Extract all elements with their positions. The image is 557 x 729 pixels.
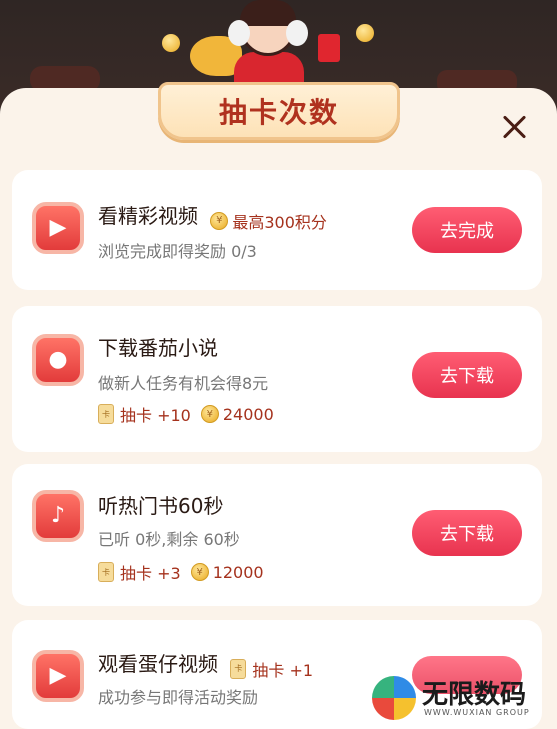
- modal-title: 抽卡次数: [218, 96, 339, 129]
- card-icon: 卡: [98, 562, 114, 582]
- title-reward: 卡 抽卡 +1: [230, 657, 313, 681]
- title-banner: 抽卡次数: [158, 82, 400, 140]
- task-title: 看精彩视频 ¥ 最高300积分: [98, 200, 327, 233]
- video-ad-icon: ▶: [32, 202, 84, 254]
- audio-book-icon: ♪: [32, 490, 84, 542]
- tomato-novel-icon: ●: [32, 334, 84, 386]
- task-card: ▶ 看精彩视频 ¥ 最高300积分 浏览完成即得奖励 0/3 去完成: [12, 170, 542, 290]
- close-icon[interactable]: [500, 112, 530, 142]
- card-reward: 抽卡 +3: [120, 564, 181, 583]
- task-description: 做新人任务有机会得8元: [98, 374, 269, 393]
- coin-reward: 12000: [212, 562, 264, 582]
- coin-icon: ¥: [210, 211, 229, 230]
- task-title: 观看蛋仔视频 卡 抽卡 +1: [98, 648, 313, 681]
- coin-reward: 24000: [222, 404, 274, 424]
- complete-button[interactable]: 去完成: [412, 207, 522, 253]
- red-envelope-icon: [318, 34, 340, 62]
- card-reward: 抽卡 +10: [120, 406, 191, 425]
- card-reward: 抽卡 +1: [252, 660, 314, 680]
- download-button[interactable]: 去下载: [412, 352, 522, 398]
- watermark-logo: [372, 676, 416, 720]
- task-description: 成功参与即得活动奖励: [98, 688, 259, 707]
- reward-row: 卡 抽卡 +3 ¥ 12000: [98, 560, 264, 584]
- coin-icon: [356, 24, 374, 42]
- earmuff-left: [228, 20, 250, 46]
- download-button[interactable]: 去下载: [412, 510, 522, 556]
- task-description: 浏览完成即得奖励 0/3: [98, 242, 257, 261]
- task-title-text: 观看蛋仔视频: [98, 652, 218, 676]
- card-icon: 卡: [98, 404, 114, 424]
- task-title: 下载番茄小说: [98, 336, 218, 360]
- title-reward-text: 最高300积分: [232, 212, 327, 232]
- task-title-text: 看精彩视频: [98, 204, 198, 228]
- coin-icon: ¥: [190, 563, 209, 581]
- task-card: ● 下载番茄小说 做新人任务有机会得8元 卡 抽卡 +10 ¥ 24000 去下…: [12, 306, 542, 452]
- watermark-name: 无限数码: [422, 680, 527, 710]
- title-reward: ¥ 最高300积分: [210, 209, 327, 233]
- coin-icon: ¥: [200, 405, 219, 423]
- earmuff-right: [286, 20, 308, 46]
- card-icon: 卡: [230, 658, 247, 679]
- play-video-icon: ▶: [32, 650, 84, 702]
- watermark-subtitle: WWW.WUXIAN GROUP: [424, 708, 530, 717]
- coin-icon: [162, 34, 180, 52]
- mascot-hair: [240, 0, 296, 26]
- task-title: 听热门书60秒: [98, 494, 224, 518]
- watermark: 无限数码 WWW.WUXIAN GROUP: [372, 660, 557, 729]
- reward-row: 卡 抽卡 +10 ¥ 24000: [98, 402, 274, 426]
- task-card: ♪ 听热门书60秒 已听 0秒,剩余 60秒 卡 抽卡 +3 ¥ 12000 去…: [12, 464, 542, 606]
- task-description: 已听 0秒,剩余 60秒: [98, 530, 240, 549]
